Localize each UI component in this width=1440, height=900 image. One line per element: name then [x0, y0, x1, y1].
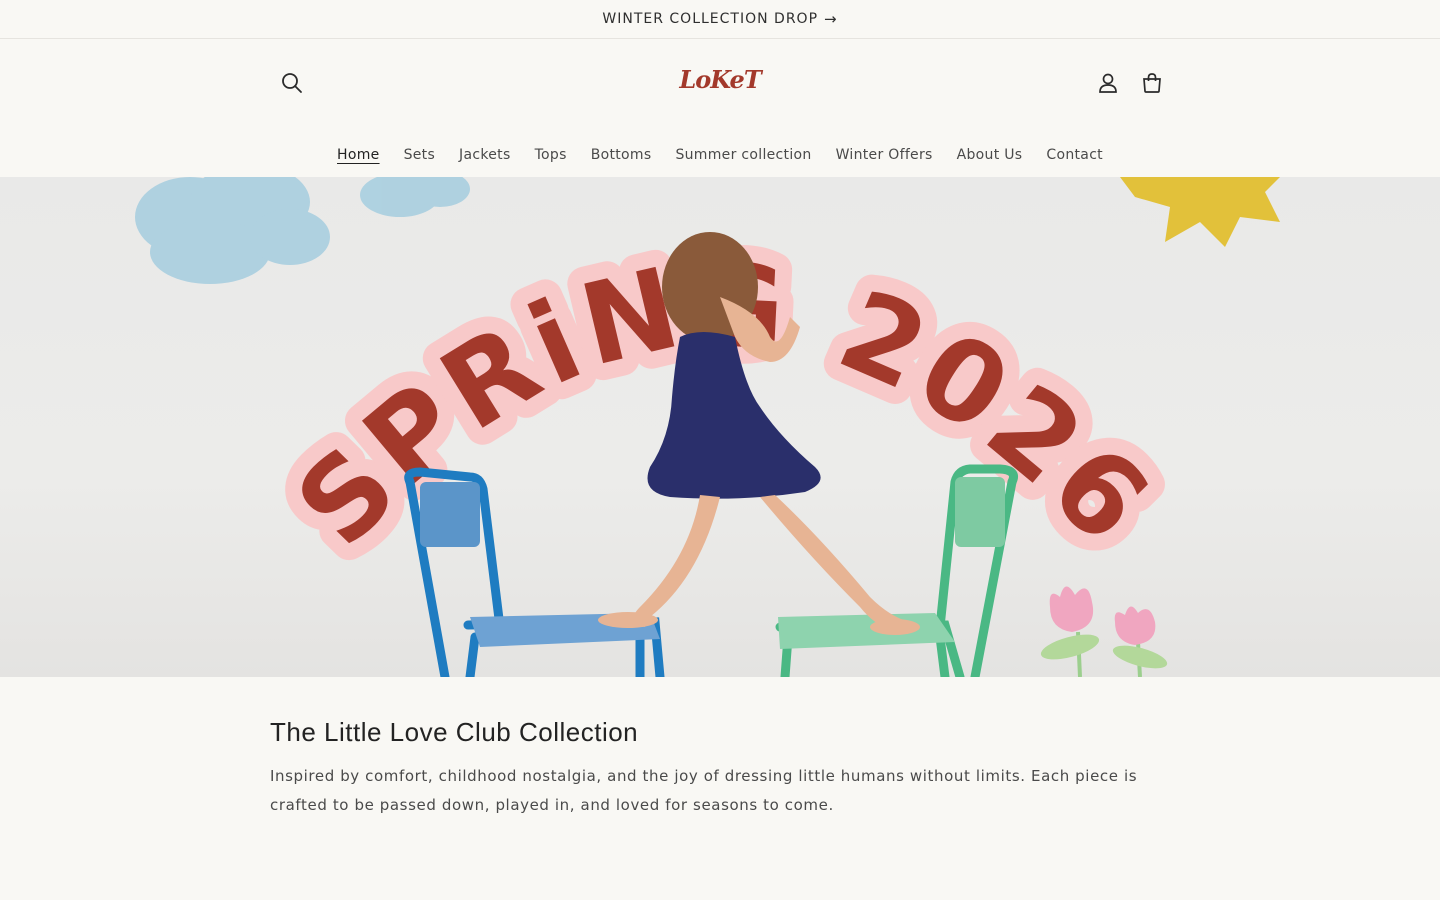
arrow-right-icon: → [824, 10, 838, 28]
hero-illustration: SPRiNG 2026 SPRiNG 2026 [135, 177, 1280, 677]
nav-home[interactable]: Home [325, 145, 392, 165]
collection-description: Inspired by comfort, childhood nostalgia… [270, 767, 1138, 814]
announcement-bar[interactable]: WINTER COLLECTION DROP → [0, 0, 1440, 39]
collection-title: The Little Love Club Collection [270, 717, 639, 747]
brand-logo[interactable]: LoKeT [0, 65, 1440, 94]
announcement-text[interactable]: WINTER COLLECTION DROP [602, 11, 818, 27]
collection-intro: The Little Love Club Collection Inspired… [270, 717, 1170, 820]
nav-sets[interactable]: Sets [392, 145, 447, 165]
cloud-small [360, 177, 470, 217]
cart-button[interactable] [1138, 69, 1166, 97]
hero-banner[interactable]: SPRiNG 2026 SPRiNG 2026 [0, 177, 1440, 677]
flowers-illustration [1040, 586, 1168, 677]
nav-jackets[interactable]: Jackets [447, 145, 523, 165]
account-icon [1099, 73, 1117, 93]
account-button[interactable] [1094, 69, 1122, 97]
nav-bottoms[interactable]: Bottoms [579, 145, 664, 165]
nav-summer-collection[interactable]: Summer collection [663, 145, 823, 165]
main-navigation: Home Sets Jackets Tops Bottoms Summer co… [0, 145, 1440, 165]
site-header: LoKeT Home Sets Jackets Tops Bottoms Sum… [0, 39, 1440, 177]
nav-about-us[interactable]: About Us [945, 145, 1035, 165]
green-chair [775, 464, 1018, 677]
sun-shape [1120, 177, 1280, 247]
cloud-left [135, 177, 330, 284]
blue-chair [404, 467, 665, 677]
cart-icon [1143, 73, 1161, 93]
nav-contact[interactable]: Contact [1034, 145, 1115, 165]
nav-winter-offers[interactable]: Winter Offers [824, 145, 945, 165]
nav-tops[interactable]: Tops [523, 145, 579, 165]
